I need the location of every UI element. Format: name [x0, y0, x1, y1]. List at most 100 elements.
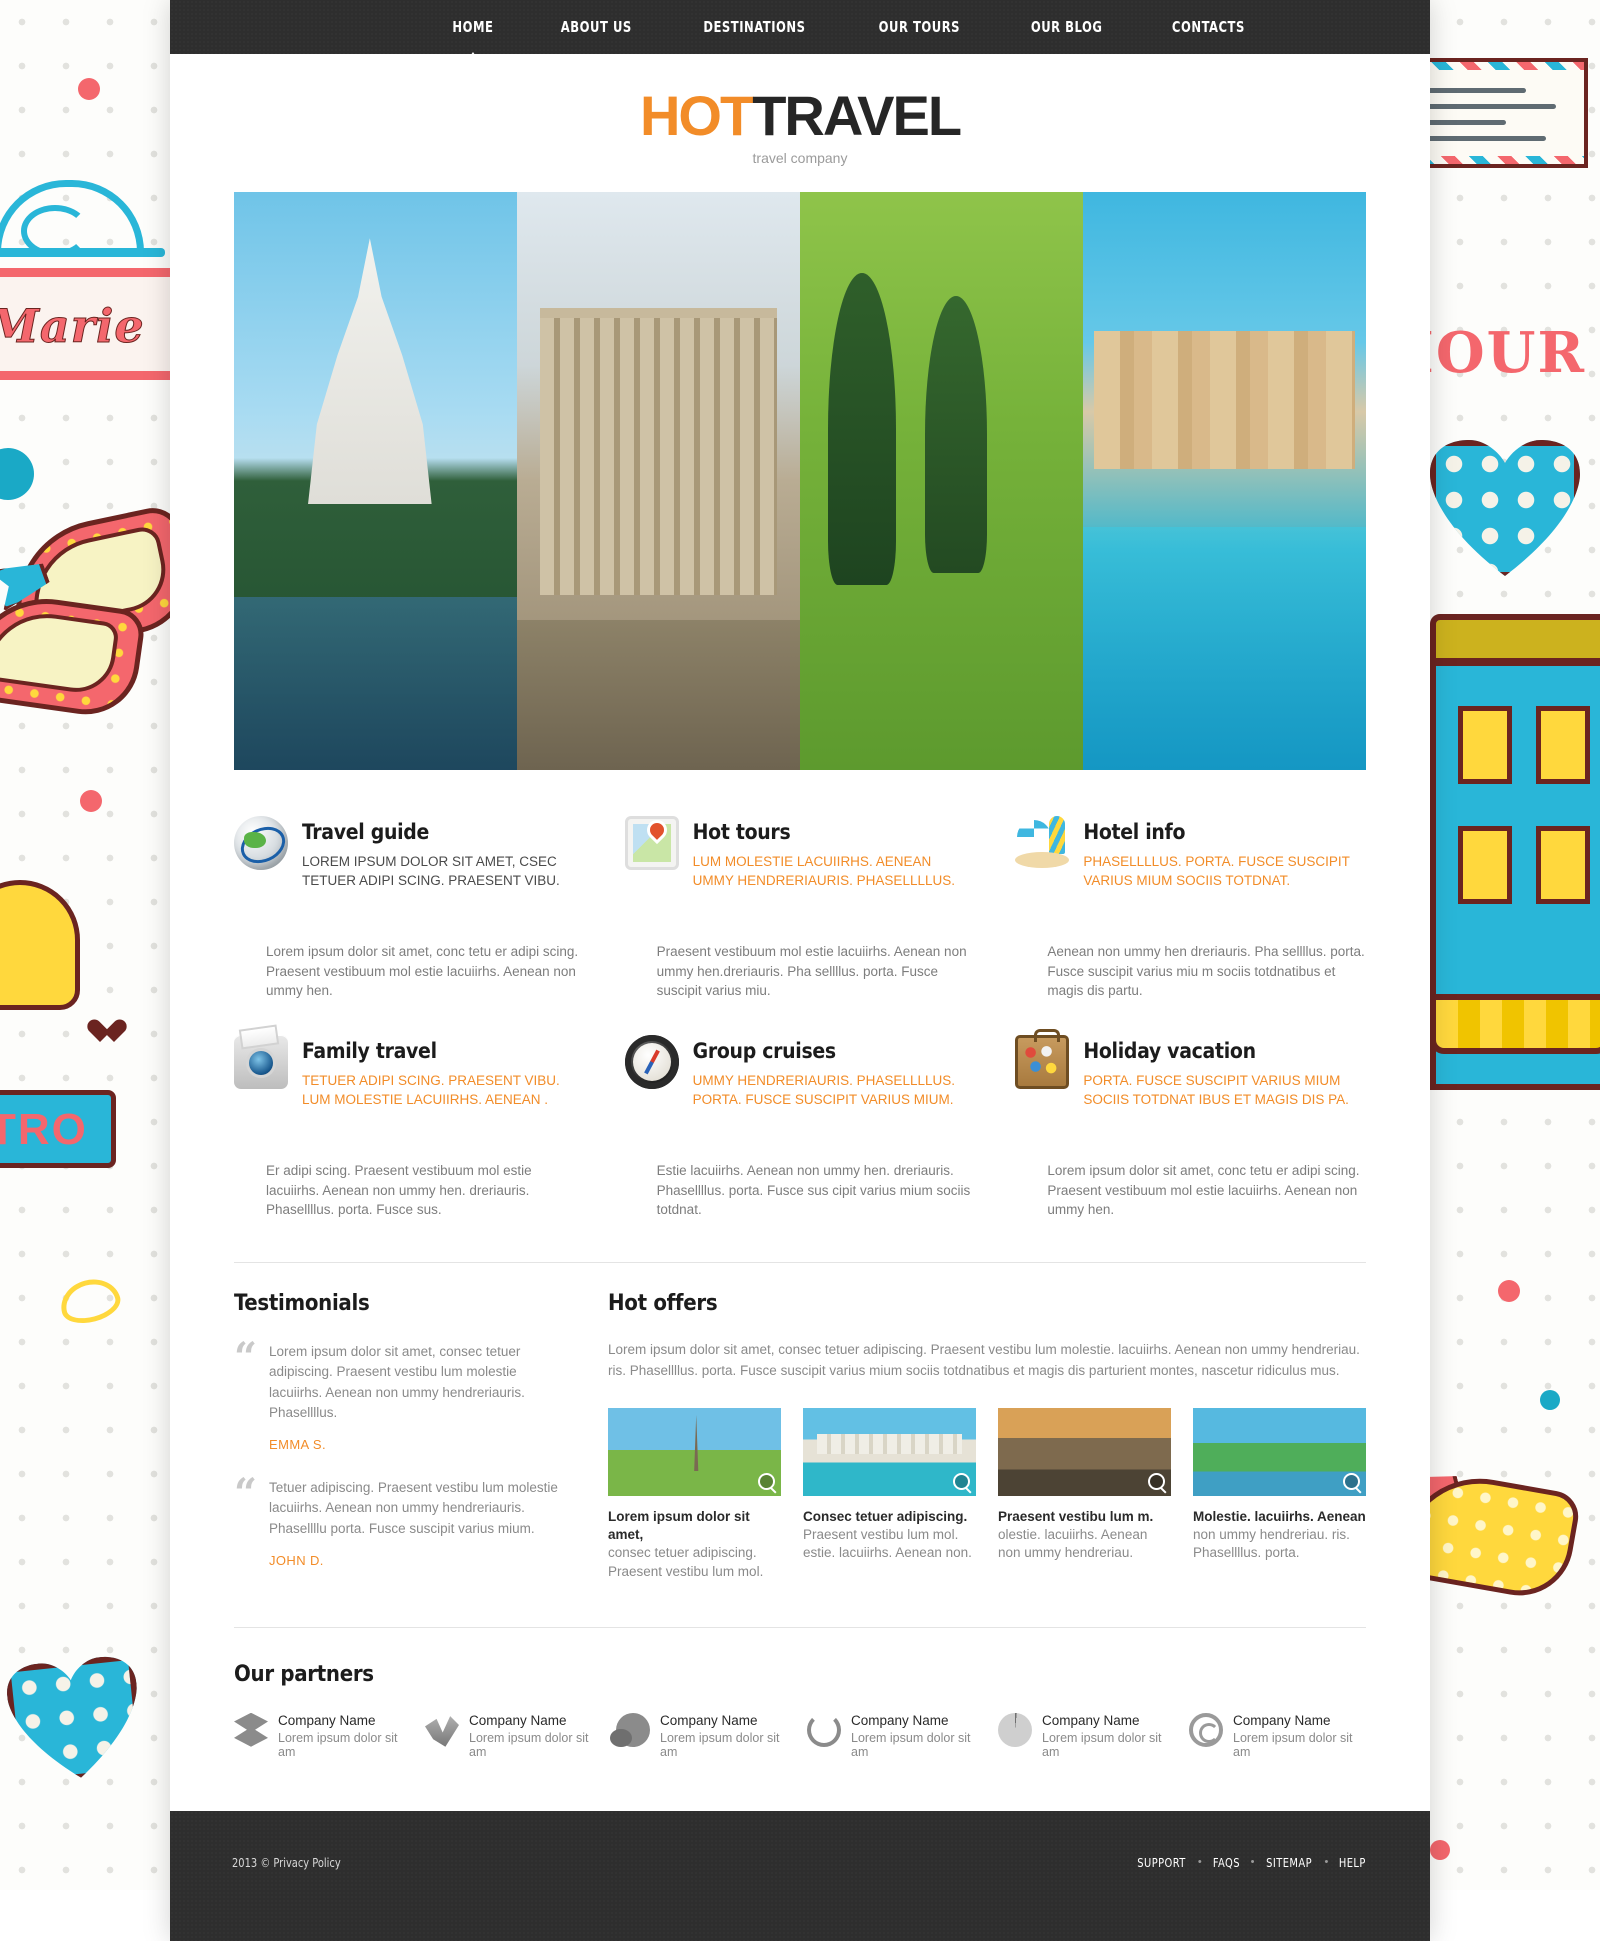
partner-item[interactable]: Company Name Lorem ipsum dolor sit am	[610, 1712, 793, 1759]
footer-separator: •	[1324, 1856, 1329, 1869]
service-travel-guide[interactable]: Travel guide LOREM IPSUM DOLOR SIT AMET,…	[234, 816, 585, 890]
offer-description: olestie. lacuiirhs. Aenean non ummy hend…	[998, 1527, 1148, 1561]
partner-name: Company Name	[851, 1712, 949, 1728]
starburst-logo-icon	[998, 1712, 1032, 1747]
offer-card[interactable]: Praesent vestibu lum m. olestie. lacuiir…	[998, 1407, 1171, 1581]
hot-offers-grid: Lorem ipsum dolor sit amet, consec tetue…	[608, 1407, 1366, 1581]
service-title: Family travel	[302, 1039, 437, 1063]
offer-description: non ummy hendreriau. ris. Phasellllus. p…	[1193, 1527, 1350, 1561]
nav-list: HOME ABOUT US DESTINATIONS OUR TOURS OUR…	[420, 18, 1280, 63]
partner-name: Company Name	[278, 1712, 376, 1728]
map-pin-icon	[624, 816, 679, 870]
partners-title: Our partners	[234, 1661, 374, 1687]
partner-name: Company Name	[1233, 1712, 1331, 1728]
lower-section: Testimonials “ Lorem ipsum dolor sit ame…	[234, 1291, 1366, 1581]
tropical-temple-thumb[interactable]	[1193, 1407, 1366, 1496]
footer-link-faqs[interactable]: FAQS	[1213, 1855, 1240, 1870]
shop-sign-board-doodle: Marie	[0, 268, 170, 380]
quote-mark-icon: “	[234, 1470, 258, 1517]
testimonial-item: “ Tetuer adipiscing. Praesent vestibu lu…	[234, 1470, 564, 1568]
service-text-family-travel: Er adipi scing. Praesent vestibuum mol e…	[266, 1163, 532, 1218]
site-logo[interactable]: HOTTRAVEL	[170, 88, 1430, 144]
magnifier-icon[interactable]	[1148, 1472, 1165, 1490]
testimonials-section: Testimonials “ Lorem ipsum dolor sit ame…	[234, 1291, 564, 1581]
partner-name: Company Name	[1042, 1712, 1140, 1728]
service-title: Group cruises	[692, 1039, 837, 1063]
hero-image-green-garden[interactable]	[800, 192, 1083, 770]
partner-item[interactable]: Company Name Lorem ipsum dolor sit am	[998, 1712, 1175, 1759]
partner-item[interactable]: Company Name Lorem ipsum dolor sit am	[425, 1713, 602, 1759]
testimonials-title: Testimonials	[234, 1291, 370, 1316]
section-divider-2	[234, 1626, 1366, 1628]
partner-item[interactable]: Company Name Lorem ipsum dolor sit am	[1189, 1712, 1366, 1759]
nav-item-destinations[interactable]: DESTINATIONS	[679, 18, 831, 36]
beach-umbrella-icon	[1015, 816, 1070, 870]
polka-heart-doodle-right	[1430, 440, 1580, 578]
partner-desc: Lorem ipsum dolor sit am	[469, 1730, 589, 1759]
service-family-travel[interactable]: Family travel TETUER ADIPI SCING. PRAESE…	[234, 1035, 585, 1109]
partner-item[interactable]: Company Name Lorem ipsum dolor sit am	[807, 1712, 984, 1759]
testimonial-text: Tetuer adipiscing. Praesent vestibu lum …	[269, 1480, 558, 1536]
speech-bubble-logo-icon	[610, 1712, 650, 1747]
service-subtitle: TETUER ADIPI SCING. PRAESENT VIBU. LUM M…	[302, 1073, 560, 1108]
offer-card[interactable]: Lorem ipsum dolor sit amet, consec tetue…	[608, 1407, 781, 1581]
service-hot-tours[interactable]: Hot tours LUM MOLESTIE LACUIIRHS. AENEAN…	[624, 816, 976, 890]
logo-area[interactable]: HOTTRAVEL travel company	[170, 54, 1430, 192]
eiffel-tower-thumb[interactable]	[608, 1407, 781, 1496]
footer-separator: •	[1197, 1856, 1202, 1869]
hero-image-thai-temple[interactable]	[234, 192, 517, 770]
main-navigation: HOME ABOUT US DESTINATIONS OUR TOURS OUR…	[170, 0, 1430, 63]
service-subtitle: UMMY HENDRERIAURIS. PHASELLLLUS. PORTA. …	[692, 1073, 955, 1108]
shop-sign-bar-doodle	[0, 248, 165, 257]
logo-tagline: travel company	[752, 150, 848, 166]
mountain-sunset-thumb[interactable]	[998, 1407, 1171, 1496]
partner-name: Company Name	[469, 1712, 567, 1728]
footer-separator: •	[1250, 1856, 1255, 1869]
diamond-logo-icon	[234, 1712, 268, 1747]
offer-title: Lorem ipsum dolor sit amet,	[608, 1508, 750, 1543]
magnifier-icon[interactable]	[953, 1472, 970, 1490]
partners-section: Our partners Company Name Lorem ipsum do…	[234, 1662, 1366, 1759]
testimonial-text: Lorem ipsum dolor sit amet, consec tetue…	[269, 1344, 525, 1420]
small-heart-doodle	[88, 1020, 114, 1044]
nav-item-contacts[interactable]: CONTACTS	[1147, 18, 1270, 36]
testimonial-item: “ Lorem ipsum dolor sit amet, consec tet…	[234, 1334, 564, 1453]
nav-item-about-us[interactable]: ABOUT US	[536, 18, 657, 36]
butterfly-doodle	[55, 1272, 125, 1330]
globe-icon	[234, 816, 288, 870]
magnifier-icon[interactable]	[1343, 1472, 1360, 1490]
beach-resort-thumb[interactable]	[803, 1407, 976, 1496]
partner-desc: Lorem ipsum dolor sit am	[1233, 1730, 1353, 1759]
offer-title: Consec tetuer adipiscing.	[803, 1508, 968, 1524]
hot-offers-section: Hot offers Lorem ipsum dolor sit amet, c…	[608, 1291, 1366, 1581]
teal-dot-doodle-2	[1540, 1390, 1560, 1410]
offer-card[interactable]: Molestie. lacuiirhs. Aenean non ummy hen…	[1193, 1407, 1366, 1581]
service-holiday-vacation[interactable]: Holiday vacation PORTA. FUSCE SUSCIPIT V…	[1015, 1029, 1366, 1109]
bistro-sign-doodle: TRO	[0, 1090, 116, 1168]
service-title: Travel guide	[302, 820, 430, 844]
hero-image-roman-ruins[interactable]	[517, 192, 800, 770]
section-divider	[234, 1262, 1366, 1263]
nav-item-home[interactable]: HOME	[427, 18, 518, 63]
partner-item[interactable]: Company Name Lorem ipsum dolor sit am	[234, 1712, 411, 1759]
footer-link-help[interactable]: HELP	[1339, 1855, 1366, 1870]
offer-description: Praesent vestibu lum mol. estie. lacuiir…	[803, 1527, 972, 1561]
offer-card[interactable]: Consec tetuer adipiscing. Praesent vesti…	[803, 1407, 976, 1581]
partner-desc: Lorem ipsum dolor sit am	[660, 1730, 780, 1759]
partner-desc: Lorem ipsum dolor sit am	[851, 1730, 971, 1759]
footer-link-support[interactable]: SUPPORT	[1137, 1855, 1185, 1870]
magnifier-icon[interactable]	[758, 1472, 775, 1490]
red-dot-doodle-2	[80, 790, 102, 812]
shop-sign-text: Marie	[0, 299, 145, 354]
service-group-cruises[interactable]: Group cruises UMMY HENDRERIAURIS. PHASEL…	[624, 1035, 976, 1109]
service-hotel-info[interactable]: Hotel info PHASELLLLUS. PORTA. FUSCE SUS…	[1015, 816, 1366, 890]
page-footer: 2013 © Privacy Policy SUPPORT • FAQS • S…	[170, 1810, 1430, 1941]
page-container: HOME ABOUT US DESTINATIONS OUR TOURS OUR…	[170, 0, 1430, 1941]
quote-mark-icon: “	[234, 1334, 258, 1381]
yellow-lamp-doodle	[0, 880, 80, 1010]
nav-item-our-blog[interactable]: OUR BLOG	[1006, 18, 1127, 36]
service-text-hotel-info: Aenean non ummy hen dreriauris. Pha sell…	[1047, 944, 1365, 999]
hero-image-venice-canal[interactable]	[1083, 192, 1366, 770]
footer-link-sitemap[interactable]: SITEMAP	[1267, 1855, 1313, 1870]
nav-item-our-tours[interactable]: OUR TOURS	[854, 18, 985, 36]
